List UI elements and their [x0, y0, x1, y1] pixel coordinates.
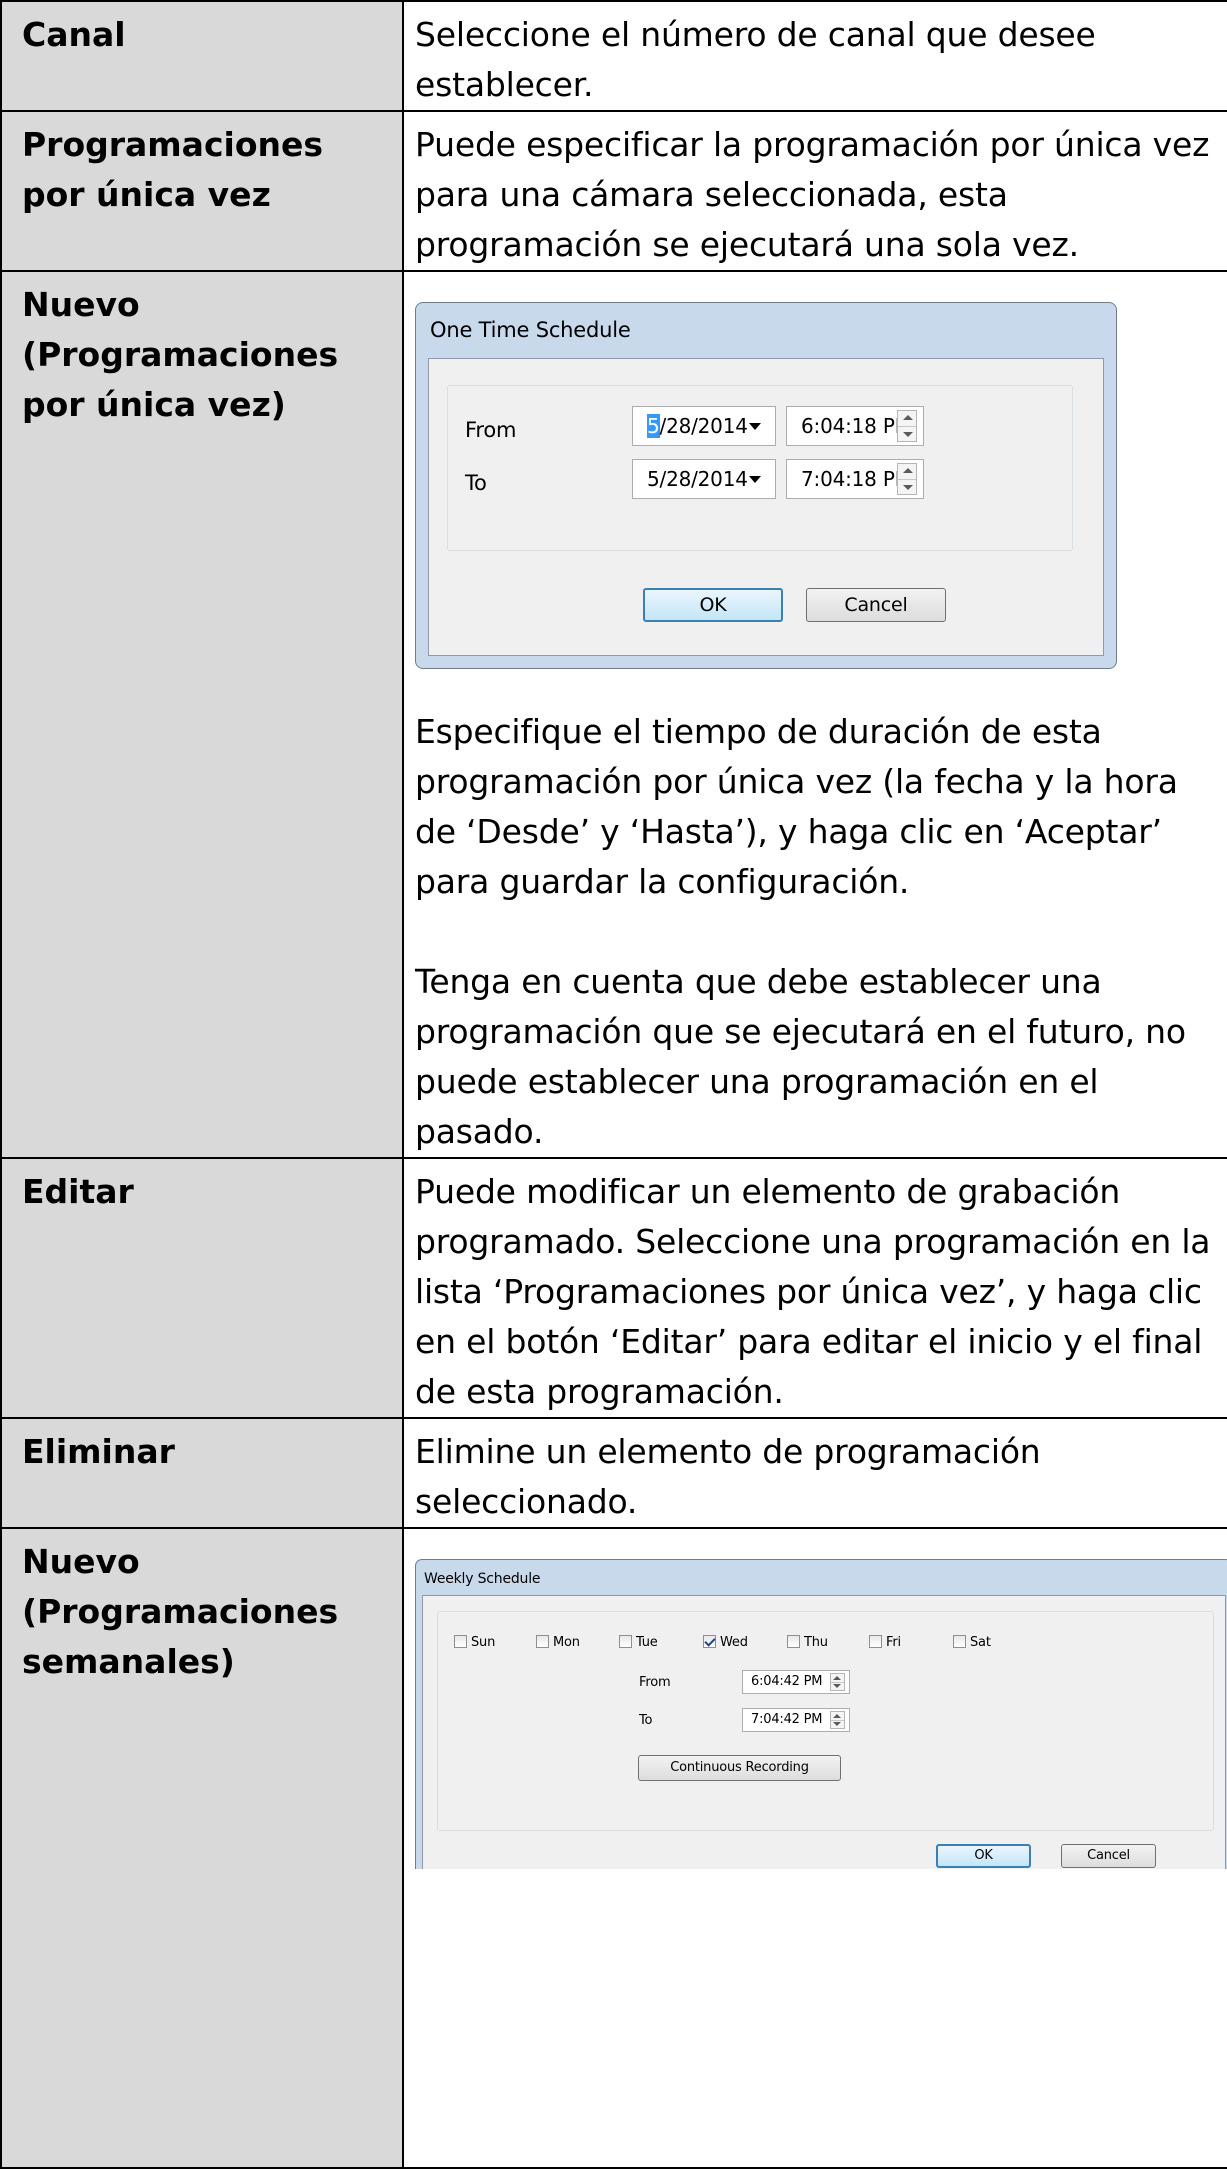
one-time-schedule-dialog: One Time Schedule From To 5/28/2014 6:04… — [415, 302, 1117, 669]
desc-eliminar: Elimine un elemento de programación sele… — [402, 1417, 1227, 1529]
to-time-value: 7:04:18 PM — [801, 467, 912, 491]
row-one-time: Programaciones por única vez Puede espec… — [0, 110, 1227, 272]
from-label: From — [465, 418, 517, 442]
checkbox-icon[interactable] — [869, 1635, 882, 1648]
desc-editar: Puede modificar un elemento de grabación… — [402, 1157, 1227, 1419]
term-editar: Editar — [0, 1157, 404, 1419]
from-date-selected-segment: 5 — [647, 414, 660, 438]
weekly-to-time-picker[interactable]: 7:04:42 PM — [742, 1708, 850, 1732]
day-checkbox-mon[interactable]: Mon — [536, 1635, 580, 1651]
cancel-button[interactable]: Cancel — [806, 588, 946, 622]
checkbox-icon[interactable] — [953, 1635, 966, 1648]
chevron-down-icon[interactable] — [749, 476, 761, 483]
term-canal: Canal — [0, 0, 404, 112]
new-one-time-paragraph-1: Especifique el tiempo de duración de est… — [415, 712, 1178, 901]
day-checkbox-thu[interactable]: Thu — [787, 1635, 828, 1651]
term-new-one-time: Nuevo (Programaciones por única vez) — [0, 270, 404, 1159]
spinner-icon[interactable] — [897, 463, 917, 495]
to-label: To — [465, 471, 487, 495]
desc-new-weekly: Weekly Schedule Sun Mon Tue Wed Thu Fri … — [402, 1527, 1227, 2169]
checkbox-icon[interactable] — [536, 1635, 549, 1648]
ok-button[interactable]: OK — [643, 588, 783, 622]
weekly-dialog-title: Weekly Schedule — [424, 1571, 541, 1587]
continuous-recording-button[interactable]: Continuous Recording — [638, 1755, 841, 1781]
weekly-from-label: From — [639, 1675, 671, 1690]
to-date-picker[interactable]: 5/28/2014 — [632, 459, 776, 499]
dialog-title: One Time Schedule — [430, 318, 631, 342]
row-new-one-time: Nuevo (Programaciones por única vez) One… — [0, 270, 1227, 1159]
desc-new-one-time: One Time Schedule From To 5/28/2014 6:04… — [402, 270, 1227, 1159]
day-checkbox-sun[interactable]: Sun — [454, 1635, 495, 1651]
time-range-group: From To 5/28/2014 6:04:18 PM 5/28/2014 7… — [447, 385, 1073, 551]
checkbox-icon[interactable] — [787, 1635, 800, 1648]
desc-one-time: Puede especificar la programación por ún… — [402, 110, 1227, 272]
to-date-value: 5/28/2014 — [647, 467, 748, 491]
term-new-weekly: Nuevo (Programaciones semanales) — [0, 1527, 404, 2169]
weekly-dialog-client-area: Sun Mon Tue Wed Thu Fri Sat From To 6:04… — [422, 1595, 1226, 1869]
spinner-icon[interactable] — [830, 1673, 845, 1691]
checkbox-icon[interactable] — [454, 1635, 467, 1648]
from-time-value: 6:04:18 PM — [801, 414, 912, 438]
weekly-to-label: To — [639, 1713, 653, 1728]
term-one-time: Programaciones por única vez — [0, 110, 404, 272]
checkbox-icon[interactable] — [619, 1635, 632, 1648]
desc-canal: Seleccione el número de canal que desee … — [402, 0, 1227, 112]
weekly-from-time-picker[interactable]: 6:04:42 PM — [742, 1670, 850, 1694]
checkbox-checked-icon[interactable] — [703, 1635, 716, 1648]
term-eliminar: Eliminar — [0, 1417, 404, 1529]
row-eliminar: Eliminar Elimine un elemento de programa… — [0, 1417, 1227, 1529]
spinner-icon[interactable] — [897, 410, 917, 442]
day-checkbox-sat[interactable]: Sat — [953, 1635, 991, 1651]
weekly-schedule-dialog: Weekly Schedule Sun Mon Tue Wed Thu Fri … — [415, 1559, 1226, 1869]
definition-table: Canal Seleccione el número de canal que … — [0, 0, 1227, 2169]
row-canal: Canal Seleccione el número de canal que … — [0, 0, 1227, 112]
day-checkbox-fri[interactable]: Fri — [869, 1635, 901, 1651]
chevron-down-icon[interactable] — [749, 423, 761, 430]
day-checkbox-wed[interactable]: Wed — [703, 1635, 748, 1651]
row-new-weekly: Nuevo (Programaciones semanales) Weekly … — [0, 1527, 1227, 2169]
dialog-client-area: From To 5/28/2014 6:04:18 PM 5/28/2014 7… — [428, 358, 1104, 656]
spinner-icon[interactable] — [830, 1711, 845, 1729]
weekly-ok-button[interactable]: OK — [936, 1844, 1031, 1868]
weekly-group: Sun Mon Tue Wed Thu Fri Sat From To 6:04… — [437, 1611, 1214, 1831]
from-date-picker[interactable]: 5/28/2014 — [632, 406, 776, 446]
new-one-time-paragraph-2: Tenga en cuenta que debe establecer una … — [415, 962, 1186, 1151]
day-checkbox-tue[interactable]: Tue — [619, 1635, 658, 1651]
from-date-rest: /28/2014 — [659, 414, 748, 438]
weekly-cancel-button[interactable]: Cancel — [1061, 1844, 1156, 1868]
row-editar: Editar Puede modificar un elemento de gr… — [0, 1157, 1227, 1419]
to-time-picker[interactable]: 7:04:18 PM — [786, 459, 924, 499]
from-time-picker[interactable]: 6:04:18 PM — [786, 406, 924, 446]
